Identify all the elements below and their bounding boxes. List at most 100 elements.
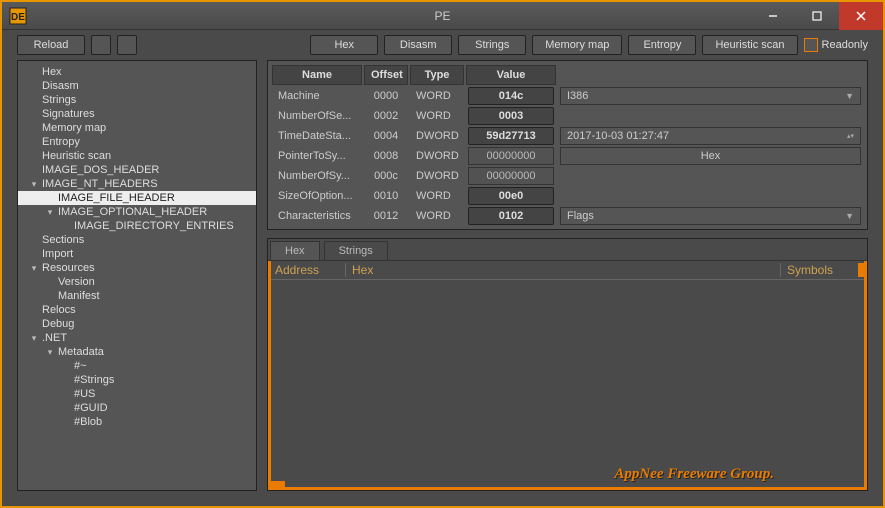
tree-item[interactable]: Disasm (18, 79, 256, 93)
col-value[interactable]: Value (466, 65, 556, 85)
tree-item-label: Memory map (42, 122, 106, 134)
combo-box[interactable]: Flags▼ (560, 207, 861, 225)
tree-item-label: #GUID (74, 402, 108, 414)
tree-item-label: Entropy (42, 136, 80, 148)
tree-item[interactable]: Heuristic scan (18, 149, 256, 163)
tree-item[interactable]: ▾Resources (18, 261, 256, 275)
value-box[interactable]: 59d27713 (468, 127, 554, 145)
vscroll-thumb[interactable] (858, 263, 864, 277)
hex-col-symbols: Symbols (780, 263, 860, 277)
hex-tab-hex[interactable]: Hex (270, 241, 320, 260)
hscroll-thumb[interactable] (271, 481, 285, 487)
tree-item-label: Heuristic scan (42, 150, 111, 162)
hex-tab-strings[interactable]: Strings (324, 241, 388, 260)
datetime-field[interactable]: 2017-10-03 01:27:47 ▴▾ (560, 127, 861, 145)
cell-type: WORD (410, 187, 464, 205)
col-name[interactable]: Name (272, 65, 362, 85)
memory-map-button[interactable]: Memory map (532, 35, 622, 55)
expand-icon[interactable]: ▾ (44, 207, 56, 218)
cell-name: PointerToSy... (272, 147, 362, 165)
hex-button[interactable]: Hex (310, 35, 378, 55)
cell-name: NumberOfSe... (272, 107, 362, 125)
tree-item[interactable]: Debug (18, 317, 256, 331)
grid-row: Machine0000WORD014cI386▼ (272, 87, 863, 105)
value-box[interactable]: 00e0 (468, 187, 554, 205)
tree-item[interactable]: ▾Metadata (18, 345, 256, 359)
tree-item-label: Resources (42, 262, 95, 274)
tree-item-label: Hex (42, 66, 62, 78)
hex-col-address: Address (275, 263, 345, 277)
tree-item[interactable]: #Blob (18, 415, 256, 429)
tree-item[interactable]: #GUID (18, 401, 256, 415)
tree-item[interactable]: ▾.NET (18, 331, 256, 345)
chevron-down-icon: ▼ (845, 91, 854, 101)
cell-offset: 0012 (364, 207, 408, 225)
checkbox-icon (804, 38, 818, 52)
expand-icon[interactable]: ▾ (28, 333, 40, 344)
cell-offset: 0010 (364, 187, 408, 205)
reload-button[interactable]: Reload (17, 35, 85, 55)
combo-box[interactable]: I386▼ (560, 87, 861, 105)
grid-row: SizeOfOption...0010WORD00e0 (272, 187, 863, 205)
content-area: HexDisasmStringsSignaturesMemory mapEntr… (2, 60, 883, 506)
app-icon: DE (6, 4, 30, 28)
watermark: AppNee Freeware Group. (614, 466, 774, 483)
expand-icon[interactable]: ▾ (44, 347, 56, 358)
tree-item[interactable]: #Strings (18, 373, 256, 387)
value-box[interactable]: 0003 (468, 107, 554, 125)
cell-offset: 0004 (364, 127, 408, 145)
tree-item[interactable]: Manifest (18, 289, 256, 303)
tree-item[interactable]: Import (18, 247, 256, 261)
readonly-checkbox[interactable]: Readonly (804, 38, 868, 52)
close-button[interactable] (839, 2, 883, 30)
disasm-button[interactable]: Disasm (384, 35, 452, 55)
entropy-button[interactable]: Entropy (628, 35, 696, 55)
value-box[interactable]: 00000000 (468, 167, 554, 185)
col-type[interactable]: Type (410, 65, 464, 85)
tree-item[interactable]: ▾IMAGE_NT_HEADERS (18, 177, 256, 191)
value-box[interactable]: 0102 (468, 207, 554, 225)
tree-item-label: #Strings (74, 374, 114, 386)
tree-item[interactable]: IMAGE_FILE_HEADER (18, 191, 256, 205)
expand-icon[interactable]: ▾ (28, 263, 40, 274)
col-offset[interactable]: Offset (364, 65, 408, 85)
tree-item-label: Version (58, 276, 95, 288)
value-box[interactable]: 00000000 (468, 147, 554, 165)
tree-item[interactable]: Sections (18, 233, 256, 247)
tree-item-label: IMAGE_DIRECTORY_ENTRIES (74, 220, 234, 232)
tree-item[interactable]: #~ (18, 359, 256, 373)
tree-item[interactable]: Memory map (18, 121, 256, 135)
expand-icon[interactable]: ▾ (28, 179, 40, 190)
heuristic-scan-button[interactable]: Heuristic scan (702, 35, 797, 55)
tree-item-label: IMAGE_NT_HEADERS (42, 178, 158, 190)
hex-view[interactable]: Address Hex Symbols AppNee Freeware Grou… (268, 261, 867, 490)
tree-item[interactable]: ▾IMAGE_OPTIONAL_HEADER (18, 205, 256, 219)
tree-item-label: Relocs (42, 304, 76, 316)
tree-item[interactable]: IMAGE_DOS_HEADER (18, 163, 256, 177)
cell-offset: 0002 (364, 107, 408, 125)
tree-item[interactable]: Entropy (18, 135, 256, 149)
toolbar-square-1[interactable] (91, 35, 111, 55)
spinner-icon[interactable]: ▴▾ (847, 133, 854, 140)
datetime-value: 2017-10-03 01:27:47 (567, 130, 669, 142)
cell-type: WORD (410, 87, 464, 105)
hex-button[interactable]: Hex (560, 147, 861, 165)
tree-item[interactable]: Signatures (18, 107, 256, 121)
tree-panel[interactable]: HexDisasmStringsSignaturesMemory map Entr… (17, 60, 257, 491)
tree-item[interactable]: #US (18, 387, 256, 401)
tree-item-label: IMAGE_OPTIONAL_HEADER (58, 206, 207, 218)
maximize-button[interactable] (795, 2, 839, 30)
app-window: DE PE Reload Hex Disasm Strings Memory m… (2, 2, 883, 506)
minimize-button[interactable] (751, 2, 795, 30)
tree-item[interactable]: Strings (18, 93, 256, 107)
grid-row: NumberOfSe...0002WORD0003 (272, 107, 863, 125)
tree-item[interactable]: Relocs (18, 303, 256, 317)
strings-button[interactable]: Strings (458, 35, 526, 55)
grid-row: NumberOfSy...000cDWORD00000000 (272, 167, 863, 185)
toolbar-square-2[interactable] (117, 35, 137, 55)
value-box[interactable]: 014c (468, 87, 554, 105)
tree-item-label: .NET (42, 332, 67, 344)
tree-item[interactable]: Version (18, 275, 256, 289)
tree-item[interactable]: Hex (18, 65, 256, 79)
tree-item[interactable]: IMAGE_DIRECTORY_ENTRIES (18, 219, 256, 233)
